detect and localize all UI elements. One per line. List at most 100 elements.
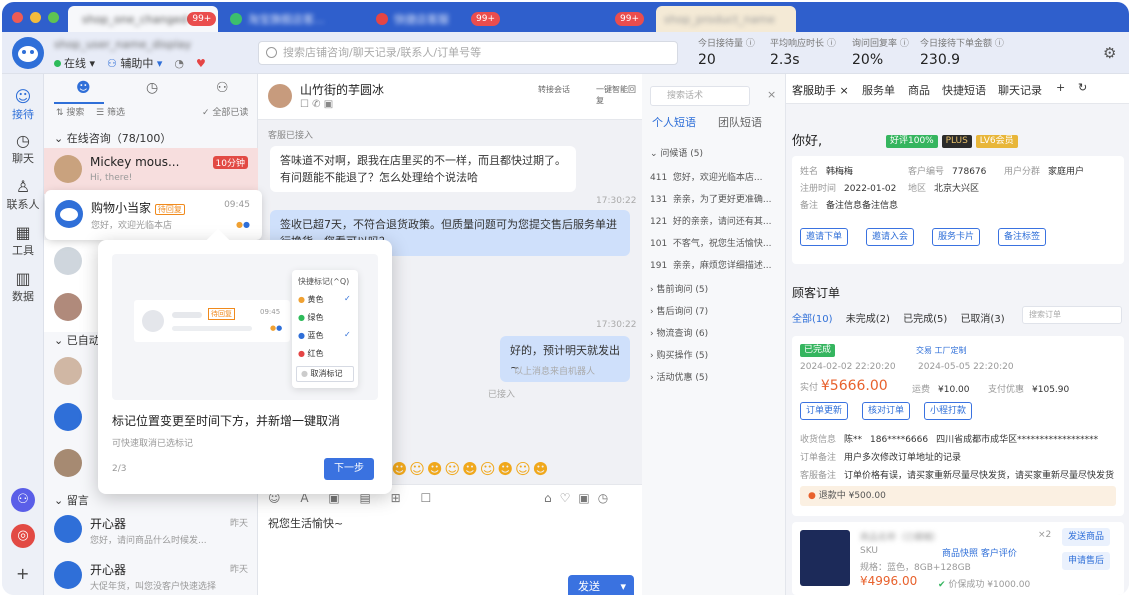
- invite-member-button[interactable]: 邀请入会: [866, 228, 915, 246]
- join-status: 已接入: [488, 390, 516, 400]
- window-tab-1[interactable]: shop_one_changed 99+: [68, 6, 218, 32]
- phrase-item[interactable]: 101 不客气，祝您生活愉快...: [650, 236, 772, 249]
- nav-tools[interactable]: ▦ 工具: [2, 224, 44, 258]
- phrase-group[interactable]: › 购买操作 (5): [650, 348, 708, 361]
- assist-mode-dropdown[interactable]: ⚇ 辅助中 ▾: [107, 55, 162, 71]
- minimize-window-button[interactable]: [30, 12, 41, 23]
- tab-chat-history[interactable]: 聊天记录: [998, 82, 1042, 98]
- section-leave[interactable]: ⌄ 留言: [54, 492, 89, 508]
- phrase-search-input[interactable]: 搜索话术: [650, 86, 750, 106]
- tab-service-order[interactable]: 服务单: [862, 82, 895, 98]
- tab-history-icon[interactable]: ◷: [146, 80, 158, 96]
- search-conv-button[interactable]: ⇅ 搜索: [56, 105, 84, 118]
- section-auto[interactable]: ⌄ 已自动: [54, 332, 100, 348]
- tab-quick-phrases[interactable]: 快捷短语: [942, 82, 986, 98]
- nav-contacts[interactable]: ♙ 联系人: [2, 178, 44, 212]
- close-window-button[interactable]: [12, 12, 23, 23]
- tab-team-icon[interactable]: ⚇: [216, 80, 229, 96]
- emoji-bar[interactable]: ☺☻☺☻☺☻☺☻☺☻: [374, 460, 550, 478]
- apply-aftersale-button[interactable]: 申请售后: [1062, 552, 1111, 570]
- highlighted-conversation[interactable]: 购物小当家 待回复 您好，欢迎光临本店 09:45 ●●: [47, 192, 260, 238]
- phrase-item[interactable]: 411 您好，欢迎光临本店...: [650, 170, 763, 183]
- tab-personal[interactable]: 个人短语: [652, 114, 696, 130]
- phrase-group[interactable]: › 活动优惠 (5): [650, 370, 708, 383]
- settings-gear-icon[interactable]: ⚙: [1103, 44, 1116, 62]
- order-tab-done[interactable]: 已完成(5): [903, 314, 947, 325]
- window-tab-3[interactable]: 快捷店客服 99+: [368, 6, 508, 32]
- nav-chat[interactable]: ◷ 聊天: [2, 132, 44, 166]
- tab-current-icon[interactable]: ☻: [76, 80, 91, 96]
- send-product-button[interactable]: 发送商品: [1062, 528, 1111, 546]
- tool-label: 全部已读: [212, 108, 249, 118]
- section-online[interactable]: ⌄ 在线咨询（78/100）: [54, 130, 171, 146]
- tab-product[interactable]: 商品: [908, 82, 930, 98]
- phrase-group[interactable]: › 物流查询 (6): [650, 326, 708, 339]
- phrase-group[interactable]: › 售后询问 (7): [650, 304, 708, 317]
- order-tab-cancelled[interactable]: 已取消(3): [960, 314, 1004, 325]
- refund-bar[interactable]: ● 退款中 ¥500.00: [800, 486, 1116, 506]
- tab-assistant[interactable]: 客服助手 ×: [792, 82, 849, 98]
- window-tab-5[interactable]: shop_product_name: [656, 6, 796, 32]
- list-item[interactable]: 开心器 大促年货，叫您没客户快速选择 昨天: [44, 554, 258, 595]
- agent-avatar[interactable]: [12, 37, 44, 69]
- stat-label: 今日接待量: [698, 39, 744, 49]
- contact-name: 开心器: [90, 517, 127, 531]
- global-search-input[interactable]: 搜索店铺咨询/聊天记录/联系人/订单号等: [258, 41, 678, 65]
- refresh-icon[interactable]: ↻: [1078, 81, 1087, 94]
- add-icon[interactable]: +: [16, 564, 29, 583]
- filter-button[interactable]: ☰ 筛选: [96, 105, 125, 118]
- close-icon[interactable]: ×: [767, 88, 776, 101]
- maximize-window-button[interactable]: [48, 12, 59, 23]
- window-tab-2[interactable]: 淘宝旗舰店客...: [222, 6, 362, 32]
- send-button[interactable]: 发送 ▾: [568, 575, 634, 595]
- mark-blue[interactable]: ● 蓝色 ✓: [298, 330, 351, 341]
- phrase-text: 亲亲，为了更好更准确...: [672, 195, 772, 205]
- nav-data[interactable]: ▥ 数据: [2, 270, 44, 304]
- team-icon[interactable]: ⚇: [11, 488, 35, 512]
- avatar: [54, 515, 82, 543]
- composer-right-icons[interactable]: ⌂♡▣◷: [544, 491, 616, 505]
- contact-name: 开心器: [90, 563, 127, 577]
- mini-pay-button[interactable]: 小程打款: [924, 402, 973, 420]
- online-status-dropdown[interactable]: 在线 ▾: [54, 55, 95, 71]
- phrase-item[interactable]: 131 亲亲，为了更好更准确...: [650, 192, 772, 205]
- list-item[interactable]: Mickey mous... Hi, there! 10分钟: [44, 148, 258, 194]
- phrase-item[interactable]: 191 亲亲，麻烦您详细描述...: [650, 258, 772, 271]
- phrase-group[interactable]: ⌄ 问候语 (5): [650, 146, 703, 159]
- mark-red[interactable]: ● 红色: [298, 348, 324, 359]
- invite-order-button[interactable]: 邀请下单: [800, 228, 849, 246]
- message-input[interactable]: 祝您生活愉快~: [268, 515, 343, 531]
- tab-team[interactable]: 团队短语: [718, 114, 762, 130]
- window-tab-4[interactable]: 99+: [512, 6, 652, 32]
- add-tab-icon[interactable]: +: [1056, 81, 1065, 94]
- order-date: 2024-02-02 22:20:20: [800, 362, 896, 372]
- chevron-down-icon[interactable]: ▾: [620, 575, 626, 595]
- tab-label: 淘宝旗舰店客...: [248, 13, 325, 26]
- product-sku: SKU: [860, 546, 878, 556]
- phrase-group[interactable]: › 售前询问 (5): [650, 282, 708, 295]
- customer-badges: 好评100% PLUS LV6会员: [886, 132, 1018, 148]
- order-update-button[interactable]: 订单更新: [800, 402, 849, 420]
- smart-reply-button[interactable]: 一键智能回复: [596, 84, 642, 106]
- mark-all-read-button[interactable]: ✓ 全部已读: [202, 105, 248, 118]
- cancel-mark-button[interactable]: ● 取消标记: [296, 366, 354, 382]
- phrase-item[interactable]: 121 好的亲亲，请问还有其...: [650, 214, 772, 227]
- service-card-button[interactable]: 服务卡片: [932, 228, 981, 246]
- contact-action-icons[interactable]: ☐ ✆ ▣: [300, 99, 333, 110]
- remark-tag-button[interactable]: 备注标签: [998, 228, 1047, 246]
- nav-reception[interactable]: ☺ 接待: [2, 88, 44, 122]
- order-search-input[interactable]: 搜索订单: [1022, 306, 1122, 324]
- order-tab-pending[interactable]: 未完成(2): [846, 314, 890, 325]
- mark-yellow[interactable]: ● 黄色 ✓: [298, 294, 351, 305]
- order-tab-all[interactable]: 全部(10): [792, 314, 833, 325]
- robot-icon[interactable]: ◎: [11, 524, 35, 548]
- mark-green[interactable]: ● 绿色: [298, 312, 324, 323]
- next-step-button[interactable]: 下一步: [324, 458, 374, 480]
- heart-icon[interactable]: ♥: [196, 57, 206, 70]
- verify-order-button[interactable]: 核对订单: [862, 402, 911, 420]
- guide-title: 标记位置变更至时间下方，并新增一键取消: [112, 414, 341, 428]
- bell-icon[interactable]: ◔: [174, 57, 184, 70]
- mark-dots-icon[interactable]: ●●: [236, 220, 250, 229]
- list-item[interactable]: 开心器 您好，请问商品什么时候发... 昨天: [44, 508, 258, 554]
- transfer-button[interactable]: 转接会话: [538, 84, 570, 95]
